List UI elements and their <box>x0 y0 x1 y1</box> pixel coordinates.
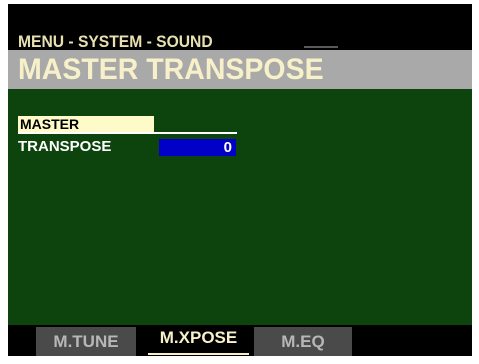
parameter-panel: MASTER TRANSPOSE 0 <box>8 89 472 325</box>
section-label-master: MASTER <box>18 116 154 132</box>
divider <box>304 46 338 48</box>
selected-tab-indicator <box>148 353 249 355</box>
title-bar: MASTER TRANSPOSE <box>8 50 472 89</box>
display-screen: MENU - SYSTEM - SOUND MASTER TRANSPOSE M… <box>8 4 472 356</box>
transpose-label: TRANSPOSE <box>18 138 112 155</box>
tab-m-tune[interactable]: M.TUNE <box>36 327 136 356</box>
page-title: MASTER TRANSPOSE <box>18 53 324 86</box>
tab-m-eq[interactable]: M.EQ <box>254 327 352 356</box>
transpose-value-field[interactable]: 0 <box>159 139 236 156</box>
tab-m-xpose[interactable]: M.XPOSE <box>148 325 249 356</box>
tab-bar: M.TUNE M.XPOSE M.EQ <box>8 325 472 356</box>
section-underline <box>18 132 237 134</box>
breadcrumb: MENU - SYSTEM - SOUND <box>18 32 213 51</box>
